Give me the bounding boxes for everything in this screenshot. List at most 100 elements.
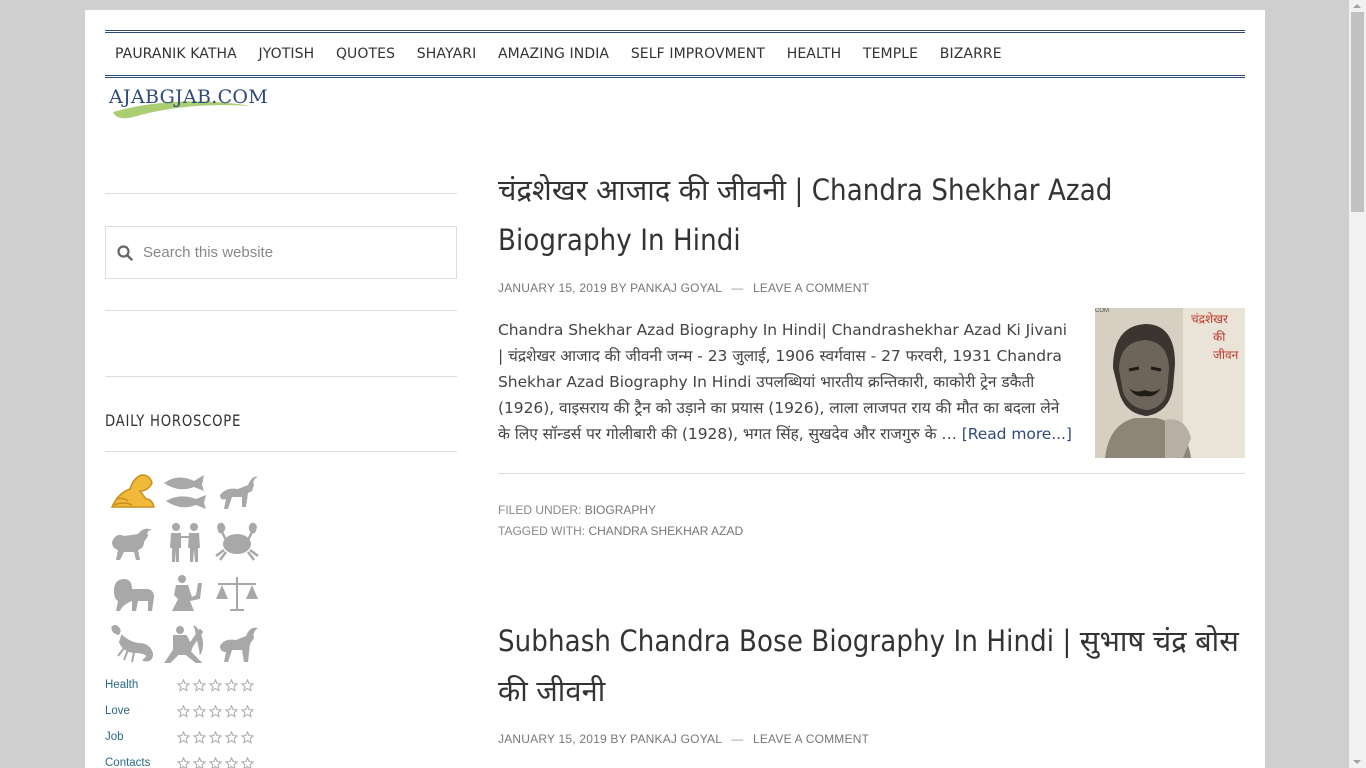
leave-comment-link[interactable]: LEAVE A COMMENT bbox=[753, 281, 869, 295]
star-icon[interactable] bbox=[209, 756, 222, 768]
libra-icon[interactable] bbox=[211, 567, 263, 618]
aries-icon[interactable] bbox=[211, 465, 263, 516]
tagged-with-label: TAGGED WITH: bbox=[498, 524, 586, 538]
nav-item-bizarre[interactable]: BIZARRE bbox=[930, 46, 1014, 62]
nav-item-health[interactable]: HEALTH bbox=[777, 46, 853, 62]
post-by: BY bbox=[610, 281, 627, 295]
post-article: Subhash Chandra Bose Biography In Hindi … bbox=[498, 616, 1245, 746]
pisces-icon[interactable] bbox=[159, 465, 211, 516]
star-icon[interactable] bbox=[177, 704, 190, 718]
sidebar-divider bbox=[105, 376, 457, 377]
star-rating bbox=[177, 730, 254, 744]
thumbnail-corner-text: COM bbox=[1095, 308, 1109, 314]
sidebar-divider bbox=[105, 310, 457, 311]
star-icon[interactable] bbox=[177, 678, 190, 692]
star-icon[interactable] bbox=[177, 730, 190, 744]
star-icon[interactable] bbox=[241, 678, 254, 692]
post-meta: JANUARY 15, 2019 BY PANKAJ GOYAL — LEAVE… bbox=[498, 281, 1245, 295]
scorpio-icon[interactable] bbox=[107, 618, 159, 669]
star-icon[interactable] bbox=[209, 678, 222, 692]
star-icon[interactable] bbox=[193, 678, 206, 692]
filed-under-label: FILED UNDER: bbox=[498, 503, 582, 517]
virgo-icon[interactable] bbox=[159, 567, 211, 618]
post-title[interactable]: चंद्रशेखर आजाद की जीवनी | Chandra Shekha… bbox=[498, 165, 1245, 265]
post-date: JANUARY 15, 2019 bbox=[498, 281, 607, 295]
horoscope-ratings: Health Love Job Contacts bbox=[105, 672, 265, 768]
scrollbar-thumb[interactable] bbox=[1351, 12, 1364, 212]
star-rating bbox=[177, 756, 254, 768]
primary-nav: PAURANIK KATHA JYOTISH QUOTES SHAYARI AM… bbox=[105, 30, 1245, 78]
search-box bbox=[105, 226, 457, 279]
rating-label-health[interactable]: Health bbox=[105, 679, 177, 691]
tagged-with: TAGGED WITH: CHANDRA SHEKHAR AZAD bbox=[498, 521, 1245, 542]
star-icon[interactable] bbox=[225, 730, 238, 744]
site-logo[interactable]: AJABGJAB.COM bbox=[107, 86, 268, 120]
aquarius-icon[interactable] bbox=[107, 465, 159, 516]
leave-comment-link[interactable]: LEAVE A COMMENT bbox=[753, 732, 869, 746]
rating-row: Love bbox=[105, 698, 265, 724]
scroll-up-arrow-icon[interactable] bbox=[1353, 4, 1361, 8]
meta-separator: — bbox=[731, 281, 744, 295]
thumbnail-caption-3: जीवन bbox=[1213, 348, 1239, 362]
thumbnail-caption-2: की bbox=[1213, 330, 1226, 344]
star-icon[interactable] bbox=[193, 704, 206, 718]
category-link[interactable]: BIOGRAPHY bbox=[585, 503, 656, 517]
nav-item-amazing-india[interactable]: AMAZING INDIA bbox=[488, 46, 621, 62]
nav-item-pauranik-katha[interactable]: PAURANIK KATHA bbox=[105, 46, 249, 62]
page-container: PAURANIK KATHA JYOTISH QUOTES SHAYARI AM… bbox=[85, 10, 1265, 768]
search-input[interactable] bbox=[106, 244, 456, 261]
star-icon[interactable] bbox=[241, 756, 254, 768]
horoscope-title: DAILY HOROSCOPE bbox=[105, 411, 242, 430]
star-icon[interactable] bbox=[177, 756, 190, 768]
rating-label-contacts[interactable]: Contacts bbox=[105, 757, 177, 768]
logo-text: AJABGJAB.COM bbox=[109, 86, 269, 108]
search-icon bbox=[117, 245, 133, 261]
nav-item-shayari[interactable]: SHAYARI bbox=[407, 46, 488, 62]
post-title[interactable]: Subhash Chandra Bose Biography In Hindi … bbox=[498, 616, 1245, 716]
post-footer: FILED UNDER: BIOGRAPHY TAGGED WITH: CHAN… bbox=[498, 473, 1245, 542]
thumbnail-caption-1: चंद्रशेखर bbox=[1191, 312, 1228, 326]
post-meta: JANUARY 15, 2019 BY PANKAJ GOYAL — LEAVE… bbox=[498, 732, 1245, 746]
post-by: BY bbox=[610, 732, 627, 746]
rating-row: Health bbox=[105, 672, 265, 698]
sidebar-divider bbox=[105, 451, 457, 452]
taurus-icon[interactable] bbox=[107, 516, 159, 567]
post-excerpt: Chandra Shekhar Azad Biography In Hindi|… bbox=[498, 308, 1245, 458]
rating-row: Contacts bbox=[105, 750, 265, 768]
post-author-link[interactable]: PANKAJ GOYAL bbox=[630, 732, 722, 746]
star-icon[interactable] bbox=[225, 756, 238, 768]
scroll-down-arrow-icon[interactable] bbox=[1353, 760, 1361, 764]
star-icon[interactable] bbox=[225, 678, 238, 692]
star-icon[interactable] bbox=[193, 756, 206, 768]
star-icon[interactable] bbox=[241, 704, 254, 718]
sagittarius-icon[interactable] bbox=[159, 618, 211, 669]
tag-link[interactable]: CHANDRA SHEKHAR AZAD bbox=[588, 524, 743, 538]
star-icon[interactable] bbox=[209, 730, 222, 744]
nav-item-self-improvment[interactable]: SELF IMPROVMENT bbox=[621, 46, 777, 62]
star-rating bbox=[177, 704, 254, 718]
rating-label-love[interactable]: Love bbox=[105, 705, 177, 717]
page-scrollbar[interactable] bbox=[1349, 0, 1366, 768]
star-rating bbox=[177, 678, 254, 692]
sidebar-divider bbox=[105, 193, 457, 194]
nav-item-temple[interactable]: TEMPLE bbox=[853, 46, 930, 62]
nav-item-quotes[interactable]: QUOTES bbox=[326, 46, 407, 62]
zodiac-grid bbox=[107, 465, 267, 669]
star-icon[interactable] bbox=[209, 704, 222, 718]
post-date: JANUARY 15, 2019 bbox=[498, 732, 607, 746]
capricorn-icon[interactable] bbox=[211, 618, 263, 669]
post-author-link[interactable]: PANKAJ GOYAL bbox=[630, 281, 722, 295]
rating-label-job[interactable]: Job bbox=[105, 731, 177, 743]
star-icon[interactable] bbox=[225, 704, 238, 718]
filed-under: FILED UNDER: BIOGRAPHY bbox=[498, 500, 1245, 521]
excerpt-text: Chandra Shekhar Azad Biography In Hindi|… bbox=[498, 317, 1073, 447]
star-icon[interactable] bbox=[193, 730, 206, 744]
post-thumbnail[interactable]: COM चंद्रशेखर की जीवन bbox=[1095, 308, 1245, 458]
gemini-icon[interactable] bbox=[159, 516, 211, 567]
nav-item-jyotish[interactable]: JYOTISH bbox=[249, 46, 326, 62]
read-more-link[interactable]: [Read more...] bbox=[962, 425, 1072, 443]
cancer-icon[interactable] bbox=[211, 516, 263, 567]
post-article: चंद्रशेखर आजाद की जीवनी | Chandra Shekha… bbox=[498, 165, 1245, 542]
leo-icon[interactable] bbox=[107, 567, 159, 618]
star-icon[interactable] bbox=[241, 730, 254, 744]
